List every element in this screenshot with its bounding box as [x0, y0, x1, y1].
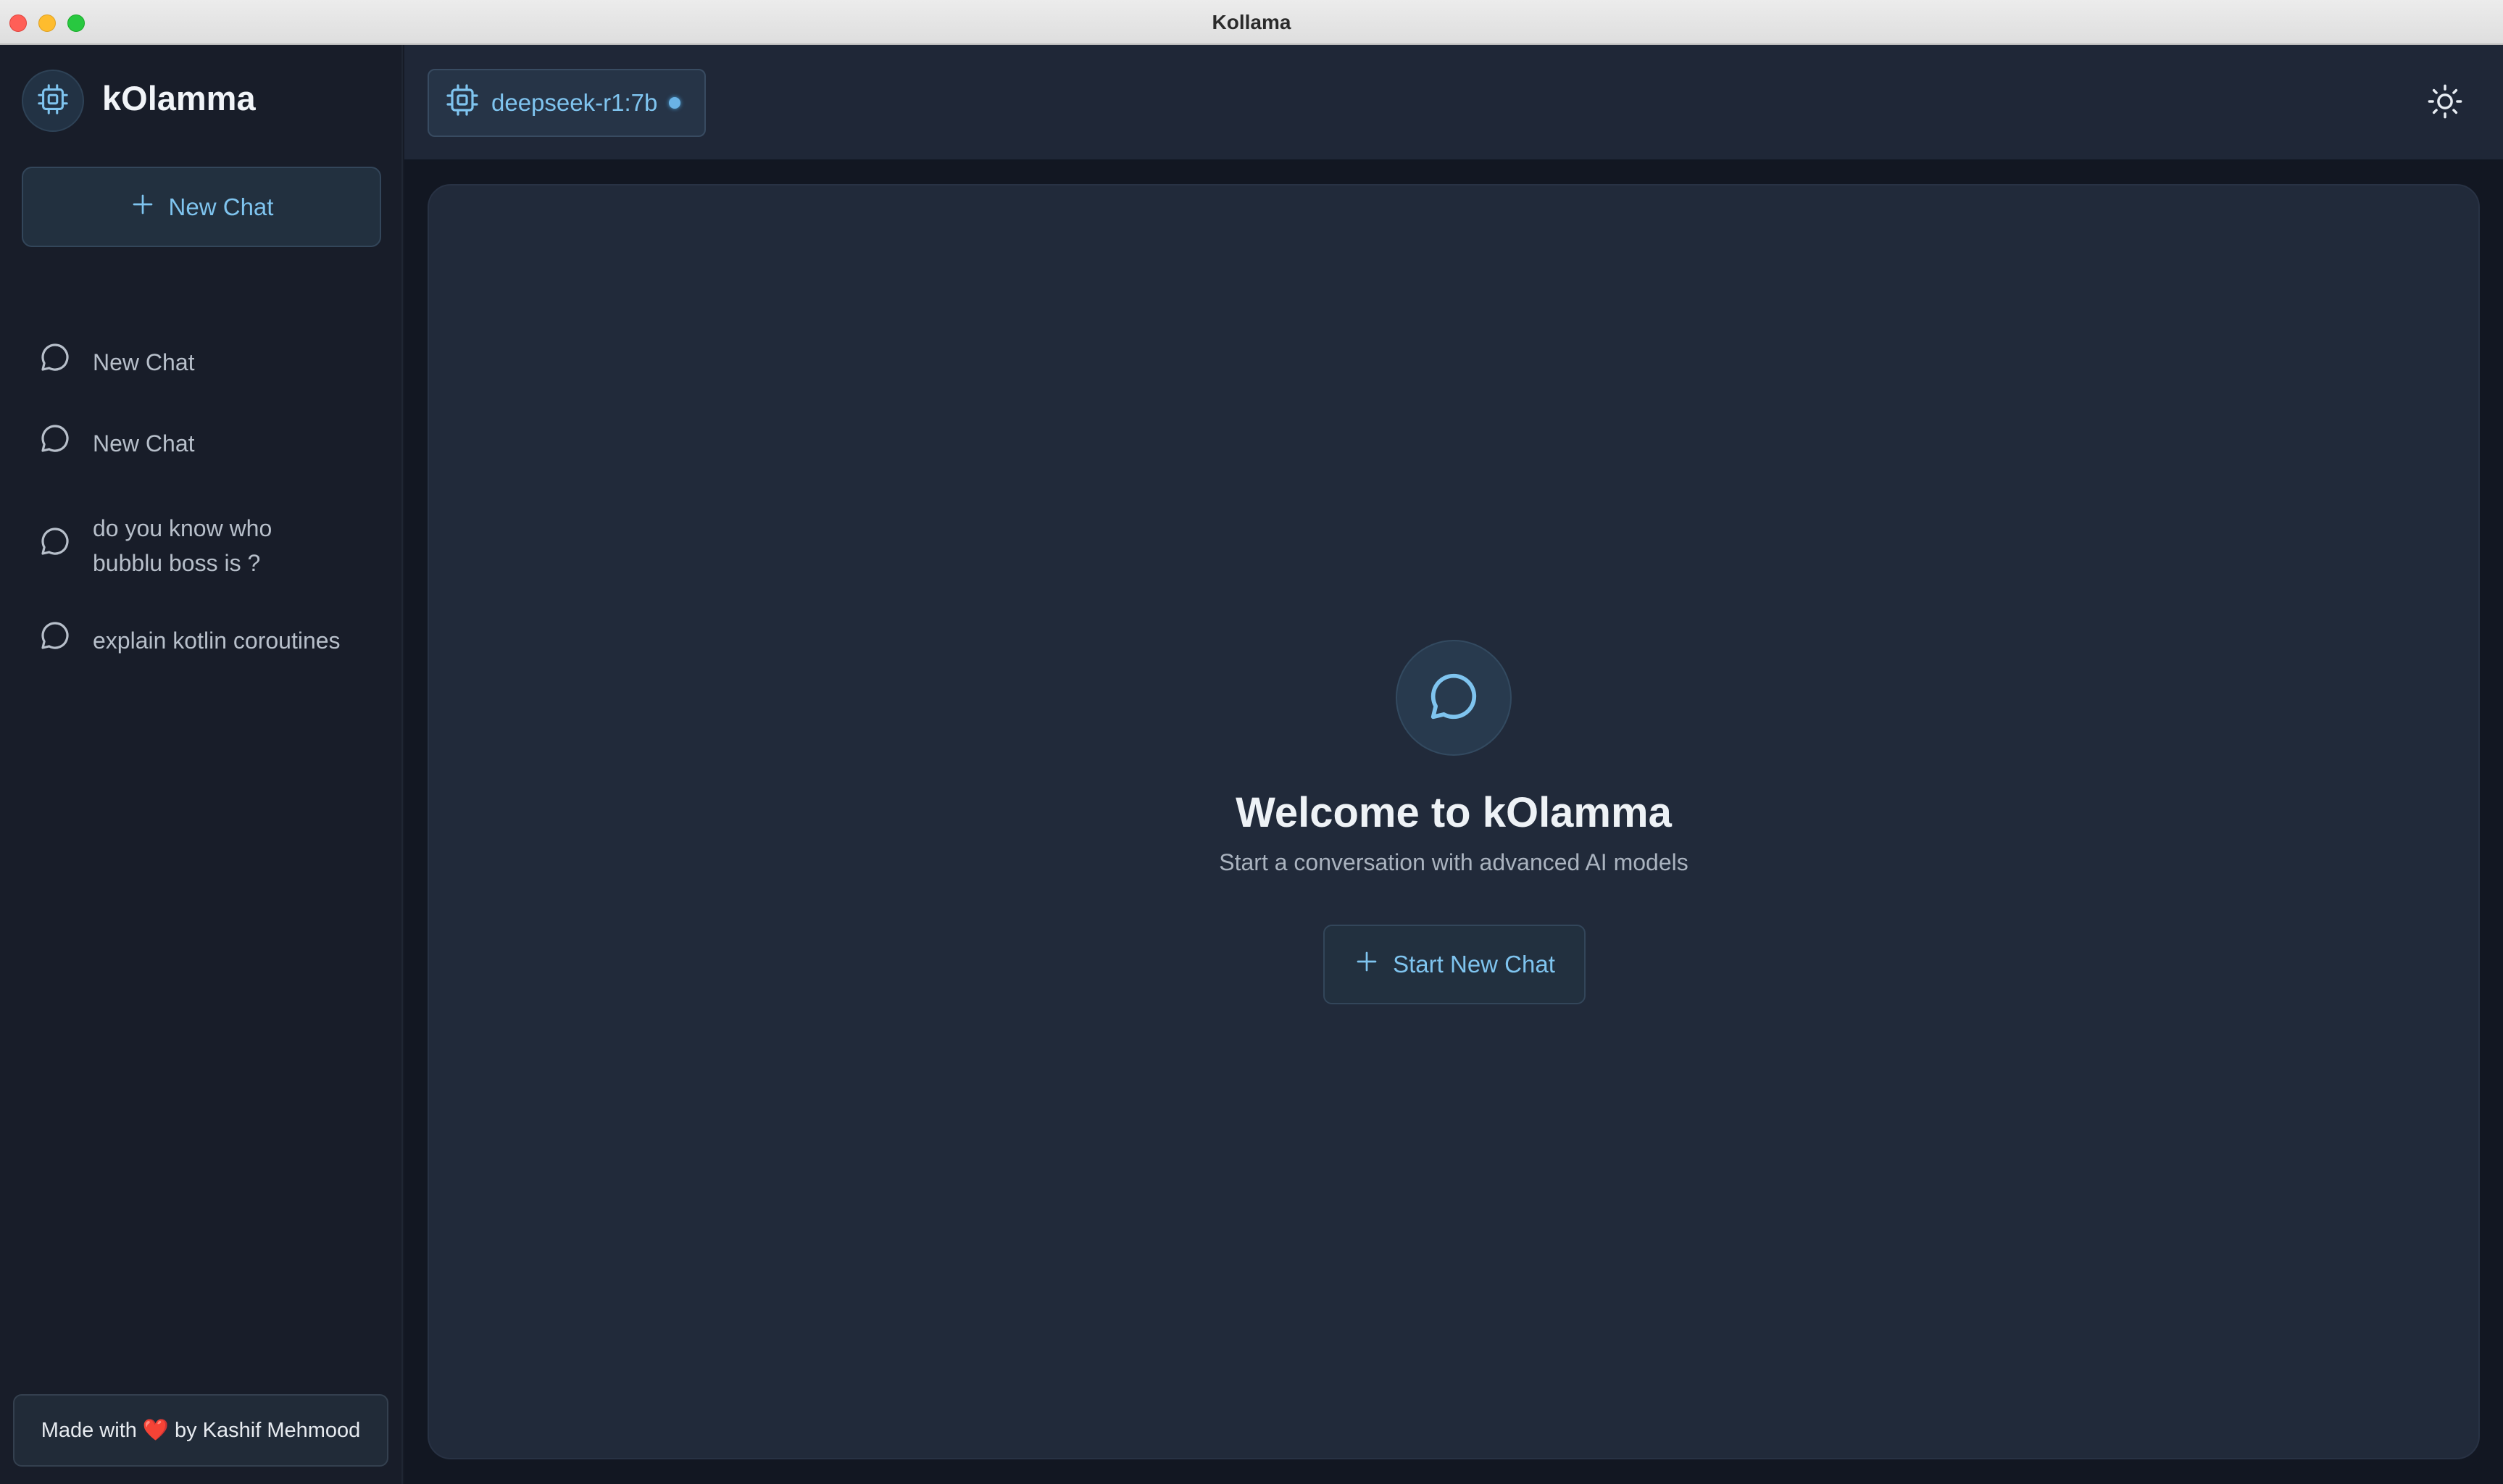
window-title: Kollama [1212, 11, 1291, 33]
model-status-dot [669, 97, 681, 109]
new-chat-button[interactable]: New Chat [22, 167, 381, 247]
chat-bubble-icon [38, 340, 72, 384]
chat-list-item[interactable]: New Chat [38, 340, 195, 384]
cpu-chip-icon [36, 83, 70, 120]
chat-title: explain kotlin coroutines [93, 627, 341, 654]
model-name: deepseek-r1:7b [491, 89, 658, 116]
new-chat-label: New Chat [168, 193, 274, 220]
top-bar: deepseek-r1:7b [404, 45, 2503, 161]
cpu-chip-icon [445, 83, 480, 123]
theme-toggle-button[interactable] [2425, 83, 2465, 123]
credits-footer: Made with ❤️ by Kashif Mehmood [13, 1394, 388, 1467]
sidebar: kOlamma New Chat New Chat New Chat do yo… [0, 45, 403, 1484]
model-selector[interactable]: deepseek-r1:7b [428, 69, 706, 137]
app-name: kOlamma [102, 79, 256, 117]
plus-icon [130, 191, 156, 223]
chat-bubble-icon [38, 421, 72, 465]
plus-icon [1354, 949, 1380, 980]
start-new-chat-button[interactable]: Start New Chat [1323, 925, 1586, 1004]
welcome-title: Welcome to kOlamma [1236, 789, 1672, 836]
chat-title: New Chat [93, 349, 195, 375]
heart-icon: ❤️ [142, 1419, 169, 1442]
app-logo [22, 70, 84, 132]
chat-list-item[interactable]: New Chat [38, 421, 195, 465]
sun-icon [2426, 83, 2464, 124]
chat-bubble-icon [1425, 667, 1483, 729]
start-new-chat-label: Start New Chat [1393, 951, 1555, 977]
title-bar: Kollama [0, 0, 2503, 45]
welcome-subtitle: Start a conversation with advanced AI mo… [1219, 849, 1688, 875]
app-window: Kollama kOlamma New Chat New Chat New Ch… [0, 0, 2503, 1484]
welcome-badge [1396, 640, 1512, 756]
chat-list-item[interactable]: do you know who bubblu boss is ? [38, 511, 272, 580]
chat-bubble-icon [38, 524, 72, 568]
footer-prefix: Made with [41, 1418, 137, 1442]
chat-bubble-icon [38, 618, 72, 662]
chat-title: New Chat [93, 430, 195, 457]
chat-title: do you know who bubblu boss is ? [93, 515, 272, 576]
chat-list-item[interactable]: explain kotlin coroutines [38, 618, 341, 662]
footer-suffix: by Kashif Mehmood [174, 1418, 361, 1442]
